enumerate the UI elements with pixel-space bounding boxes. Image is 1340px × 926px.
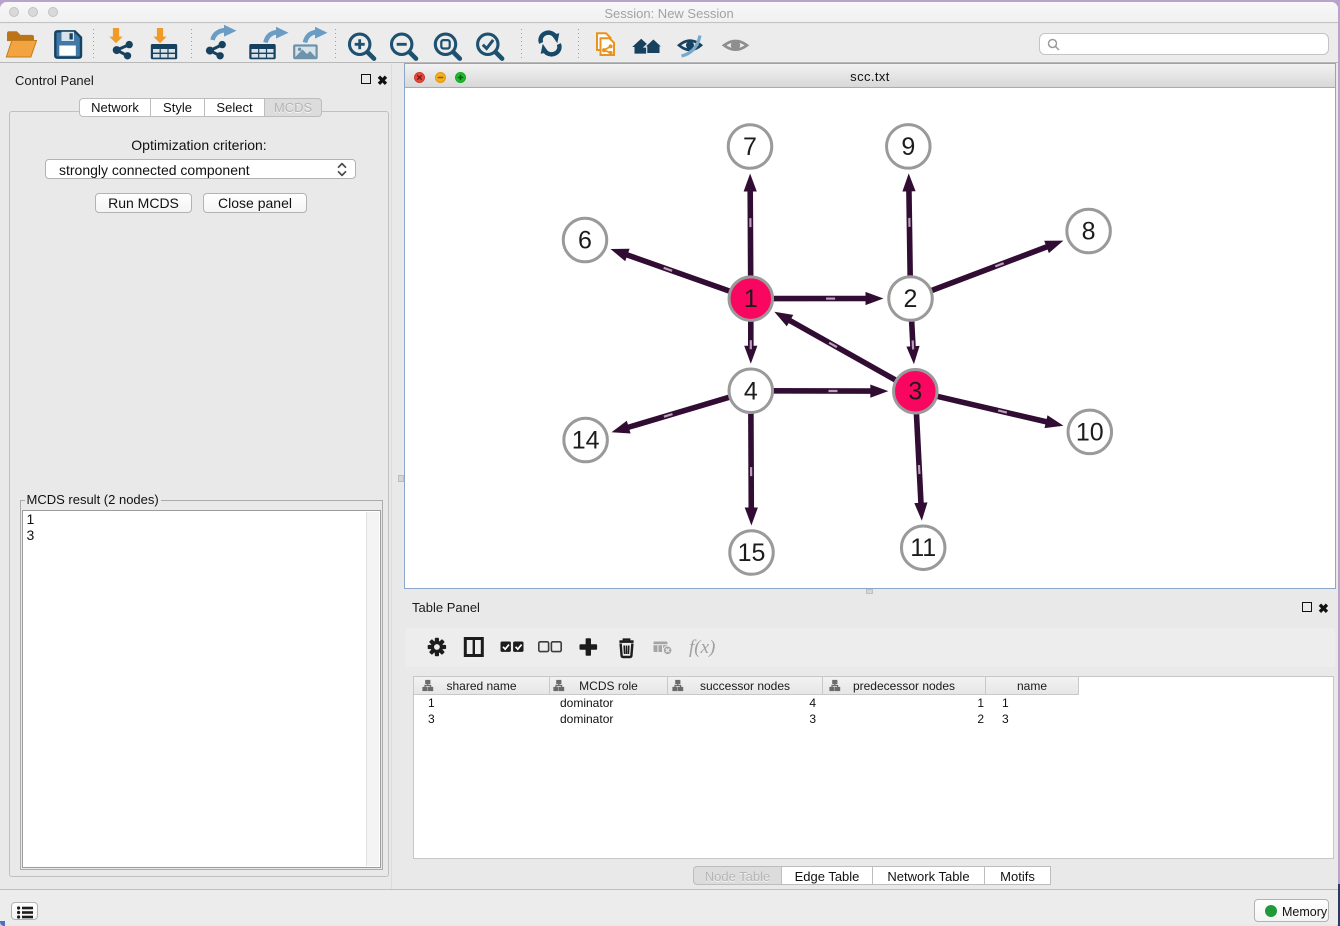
svg-text:2: 2 <box>904 285 918 313</box>
svg-text:f(x): f(x) <box>689 637 715 658</box>
svg-text:15: 15 <box>738 539 766 567</box>
svg-text:11: 11 <box>910 534 936 562</box>
svg-text:3: 3 <box>908 378 922 406</box>
svg-text:9: 9 <box>901 133 915 161</box>
svg-text:4: 4 <box>744 377 758 405</box>
svg-text:6: 6 <box>578 227 592 255</box>
svg-text:8: 8 <box>1082 218 1096 246</box>
svg-text:14: 14 <box>572 427 600 455</box>
svg-text:7: 7 <box>743 133 757 161</box>
svg-text:10: 10 <box>1076 418 1104 446</box>
svg-text:1: 1 <box>744 285 758 313</box>
